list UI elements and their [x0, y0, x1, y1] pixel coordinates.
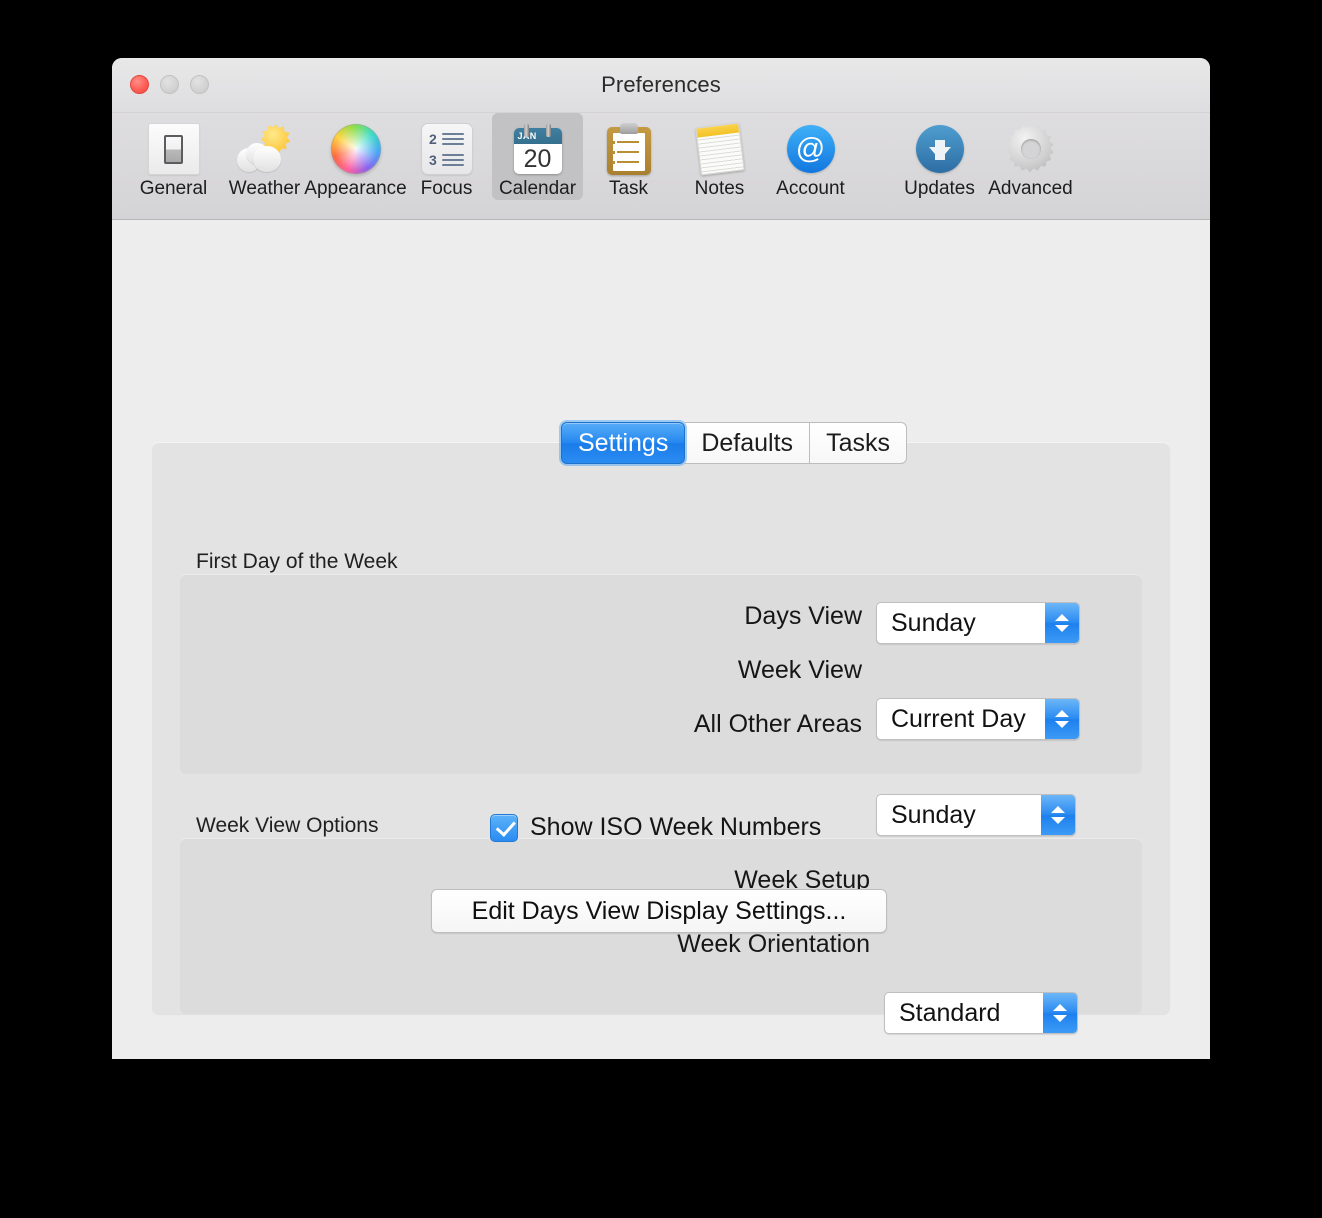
preferences-toolbar: General Weather Appearance 2 3 Focus 20 … [112, 113, 1210, 220]
toolbar-item-notes[interactable]: Notes [674, 113, 765, 200]
toolbar-item-task[interactable]: Task [583, 113, 674, 200]
label-all-other-areas: All Other Areas [693, 710, 862, 738]
toolbar-item-updates[interactable]: Updates [894, 113, 985, 200]
light-switch-icon [147, 118, 200, 180]
at-sign-icon: @ [786, 118, 835, 180]
toolbar-label-weather: Weather [228, 178, 301, 199]
group-title-first-day: First Day of the Week [196, 550, 398, 573]
label-week-view: Week View [737, 656, 862, 684]
toolbar-label-notes: Notes [694, 178, 745, 199]
popup-week-setup[interactable]: Standard [884, 992, 1078, 1034]
numbered-list-icon: 2 3 [420, 118, 473, 180]
tab-tasks[interactable]: Tasks [810, 422, 907, 464]
notepad-icon [694, 118, 745, 180]
iso-week-numbers-checkbox-row[interactable]: Show ISO Week Numbers [490, 813, 821, 842]
stepper-arrows-icon[interactable] [1043, 993, 1077, 1033]
checkbox-icon[interactable] [490, 813, 518, 842]
focus-icon-number-1: 2 [429, 130, 437, 147]
calendar-icon-month: JAN [513, 128, 562, 144]
preferences-content: First Day of the Week Days View Sunday W… [112, 220, 1210, 1059]
stepper-arrows-icon[interactable] [1045, 699, 1079, 739]
clipboard-icon [606, 118, 651, 180]
row-week-view: Week View [180, 656, 862, 685]
toolbar-item-weather[interactable]: Weather [219, 113, 310, 200]
iso-week-numbers-label: Show ISO Week Numbers [530, 813, 822, 841]
focus-icon-number-2: 3 [429, 151, 437, 168]
popup-value-days-view: Sunday [891, 608, 976, 637]
at-sign-glyph: @ [786, 125, 835, 173]
calendar-icon: JAN 20 [513, 118, 562, 180]
toolbar-item-calendar[interactable]: JAN 20 Calendar [492, 113, 583, 200]
window-title: Preferences [601, 72, 721, 97]
preferences-window: Preferences General Weather Appearance 2… [112, 58, 1210, 1059]
tab-bar: Settings Defaults Tasks [561, 422, 907, 464]
sun-cloud-icon [236, 118, 293, 180]
tab-settings[interactable]: Settings [561, 422, 686, 464]
edit-days-view-display-settings-button[interactable]: Edit Days View Display Settings... [431, 889, 887, 933]
stepper-arrows-icon[interactable] [1041, 795, 1075, 835]
color-wheel-icon [330, 118, 381, 180]
download-arrow-icon [915, 118, 964, 180]
toolbar-label-focus: Focus [420, 178, 473, 199]
label-days-view: Days View [744, 602, 862, 630]
tab-defaults[interactable]: Defaults [685, 422, 811, 464]
popup-value-week-setup: Standard [899, 998, 1001, 1027]
row-all-other-areas: All Other Areas [180, 710, 862, 739]
toolbar-item-appearance[interactable]: Appearance [304, 113, 407, 200]
toolbar-label-account: Account [776, 178, 845, 199]
toolbar-label-task: Task [608, 178, 649, 199]
screen: Preferences General Weather Appearance 2… [0, 0, 1322, 1218]
toolbar-label-calendar: Calendar [498, 178, 577, 199]
toolbar-label-appearance: Appearance [304, 178, 407, 199]
toolbar-item-general[interactable]: General [128, 113, 219, 200]
calendar-icon-day: 20 [523, 144, 552, 173]
group-title-week-view-options: Week View Options [196, 814, 379, 837]
popup-value-week-view: Current Day [891, 704, 1026, 733]
toolbar-item-account[interactable]: @ Account [765, 113, 856, 200]
row-days-view: Days View [180, 602, 862, 631]
window-titlebar: Preferences [112, 58, 1210, 113]
popup-value-all-other-areas: Sunday [891, 800, 976, 829]
label-week-orientation: Week Orientation [677, 930, 870, 958]
stepper-arrows-icon[interactable] [1045, 603, 1079, 643]
gear-icon [1006, 118, 1056, 180]
toolbar-label-advanced: Advanced [988, 178, 1073, 199]
toolbar-label-updates: Updates [904, 178, 975, 199]
toolbar-label-general: General [139, 178, 208, 199]
toolbar-item-focus[interactable]: 2 3 Focus [401, 113, 492, 200]
popup-all-other-areas[interactable]: Sunday [876, 794, 1076, 836]
popup-days-view[interactable]: Sunday [876, 602, 1080, 644]
row-week-orientation: Week Orientation [180, 930, 870, 959]
toolbar-item-advanced[interactable]: Advanced [985, 113, 1076, 200]
popup-week-view[interactable]: Current Day [876, 698, 1080, 740]
